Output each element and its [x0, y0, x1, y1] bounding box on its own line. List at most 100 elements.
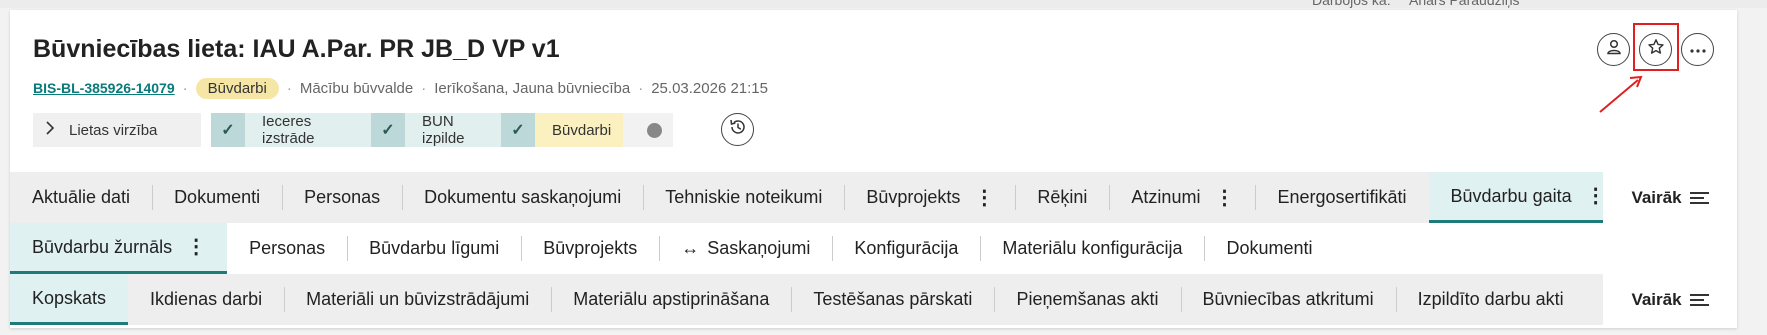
- tab-label: Tehniskie noteikumi: [665, 187, 823, 207]
- tab-label: Izpildīto darbu akti: [1417, 289, 1564, 309]
- tab-label: Materiālu apstiprināšana: [573, 289, 770, 309]
- tab-label: Saskaņojumi: [707, 238, 811, 258]
- menu-lines-icon: [1689, 189, 1709, 207]
- kebab-icon[interactable]: ⋮: [1586, 186, 1606, 206]
- case-datetime: 25.03.2026 21:15: [651, 79, 768, 97]
- tab-ikdienas-darbi[interactable]: Ikdienas darbi: [128, 274, 284, 325]
- tab-label: Materiālu konfigurācija: [1002, 238, 1183, 258]
- tab-pienemsanas-akti[interactable]: Pieņemšanas akti: [994, 274, 1180, 325]
- step-ieceres-izstrade: ✓ Ieceres izstrāde: [211, 113, 371, 147]
- tab-label: Būvprojekts: [543, 238, 638, 258]
- tab-konfiguracija[interactable]: Konfigurācija: [832, 223, 980, 274]
- ellipsis-icon: [1689, 41, 1707, 59]
- more-label: Vairāk: [1631, 289, 1682, 309]
- stepper-toggle[interactable]: Lietas virzība: [33, 113, 201, 147]
- tab-buvprojekts[interactable]: Būvprojekts ⋮: [844, 172, 1015, 223]
- tab-materialu-konfiguracija[interactable]: Materiālu konfigurācija: [980, 223, 1204, 274]
- user-button[interactable]: [1597, 33, 1630, 66]
- top-bar: Darbojos kā: Anārs Paraudziņš: [0, 0, 1767, 8]
- tab-label: Rēķini: [1037, 187, 1088, 207]
- tab-buvdarbu-zurnals[interactable]: Būvdarbu žurnāls ⋮: [10, 223, 228, 274]
- authority: Mācību būvvalde: [299, 79, 414, 97]
- more-actions-button[interactable]: [1681, 33, 1714, 66]
- tab-label: Personas: [249, 238, 326, 258]
- tab-buvdarbu-ligumi[interactable]: Būvdarbu līgumi: [347, 223, 521, 274]
- step-bun-izpilde: ✓ BUN izpilde: [371, 113, 501, 147]
- case-id-link[interactable]: BIS-BL-385926-14079: [33, 80, 175, 96]
- tab-buvdarbu-gaita[interactable]: Būvdarbu gaita ⋮: [1428, 172, 1627, 223]
- tab-label: Kopskats: [32, 287, 107, 308]
- history-icon: [728, 117, 748, 142]
- tab-label: Personas: [304, 187, 381, 207]
- step-label: Būvdarbi: [535, 113, 623, 147]
- tab-saskanojumi[interactable]: ↔ Saskaņojumi: [659, 223, 832, 274]
- current-user[interactable]: Anārs Paraudziņš: [1409, 0, 1520, 8]
- tab-kopskats[interactable]: Kopskats: [10, 274, 129, 325]
- separator: ·: [182, 79, 188, 97]
- more-tabs-button[interactable]: Vairāk: [1603, 274, 1737, 325]
- tab-label: Būvprojekts: [866, 187, 961, 207]
- tab-dokumenti[interactable]: Dokumenti: [152, 172, 282, 223]
- tab-label: Konfigurācija: [854, 238, 959, 258]
- separator: ·: [286, 79, 292, 97]
- tab-label: Ikdienas darbi: [150, 289, 263, 309]
- kebab-icon[interactable]: ⋮: [1214, 188, 1234, 208]
- tab-label: Energosertifikāti: [1277, 187, 1407, 207]
- tab-testesanas-parskati[interactable]: Testēšanas pārskati: [791, 274, 994, 325]
- working-as-label: Darbojos kā:: [1312, 0, 1391, 8]
- status-badge: Būvdarbi: [195, 77, 279, 99]
- kebab-icon[interactable]: ⋮: [186, 237, 206, 257]
- tab-rekini[interactable]: Rēķini: [1015, 172, 1109, 223]
- tab-label: Būvdarbu žurnāls: [32, 236, 173, 257]
- tab-energosertifikati[interactable]: Energosertifikāti: [1255, 172, 1428, 223]
- tab-personas[interactable]: Personas: [227, 223, 347, 274]
- case-type: Ierīkošana, Jauna būvniecība: [434, 79, 631, 97]
- tab-aktualie-dati[interactable]: Aktuālie dati: [10, 172, 152, 223]
- step-buvdarbi: ✓ Būvdarbi: [501, 113, 635, 147]
- menu-lines-icon: [1689, 291, 1709, 309]
- tab-buvprojekts[interactable]: Būvprojekts: [521, 223, 659, 274]
- check-icon: ✓: [371, 113, 405, 147]
- step-label: BUN izpilde: [405, 113, 501, 147]
- user-icon: [1605, 38, 1623, 61]
- tab-label: Dokumentu saskaņojumi: [424, 187, 622, 207]
- tab-label: Dokumenti: [1226, 238, 1313, 258]
- highlight-box: [1633, 23, 1679, 71]
- more-tabs-button[interactable]: Vairāk: [1603, 172, 1737, 223]
- tab-materiali-un-buvizstradajumi[interactable]: Materiāli un būvizstrādājumi: [284, 274, 551, 325]
- step-next: [623, 113, 673, 147]
- tab-dokumentu-saskanojumi[interactable]: Dokumentu saskaņojumi: [402, 172, 643, 223]
- case-meta: BIS-BL-385926-14079 · Būvdarbi · Mācību …: [33, 77, 768, 99]
- tab-tehniskie-noteikumi[interactable]: Tehniskie noteikumi: [643, 172, 844, 223]
- kebab-icon[interactable]: ⋮: [974, 188, 994, 208]
- tab-personas[interactable]: Personas: [282, 172, 402, 223]
- tab-izpildito-darbu-akti[interactable]: Izpildīto darbu akti: [1395, 274, 1586, 325]
- third-tabs: Kopskats Ikdienas darbi Materiāli un būv…: [10, 274, 1737, 325]
- separator: ·: [421, 79, 427, 97]
- tab-label: Aktuālie dati: [32, 187, 131, 207]
- stepper-toggle-label: Lietas virzība: [69, 121, 158, 139]
- tab-label: Materiāli un būvizstrādājumi: [306, 289, 530, 309]
- tab-label: Testēšanas pārskati: [813, 289, 973, 309]
- more-label: Vairāk: [1631, 187, 1682, 207]
- sub-tabs: Būvdarbu žurnāls ⋮ Personas Būvdarbu līgu…: [10, 223, 1737, 274]
- tab-label: Būvniecības atkritumi: [1202, 289, 1374, 309]
- tab-materialu-apstiprinasana[interactable]: Materiālu apstiprināšana: [551, 274, 791, 325]
- tab-buvniecibas-atkritumi[interactable]: Būvniecības atkritumi: [1180, 274, 1396, 325]
- history-button[interactable]: [721, 113, 754, 146]
- chevron-right-icon: [45, 121, 55, 139]
- step-label: Ieceres izstrāde: [245, 113, 371, 147]
- main-tabs: Aktuālie dati Dokumenti Personas Dokumen…: [10, 172, 1737, 223]
- tab-atzinumi[interactable]: Atzinumi ⋮: [1109, 172, 1255, 223]
- separator: ·: [638, 79, 644, 97]
- annotation-arrow-icon: [1599, 75, 1643, 113]
- tab-label: Pieņemšanas akti: [1016, 289, 1159, 309]
- tab-label: Atzinumi: [1131, 187, 1201, 207]
- swap-arrows-icon: ↔: [681, 238, 700, 258]
- tab-label: Būvdarbu gaita: [1450, 185, 1572, 206]
- tab-label: Dokumenti: [174, 187, 261, 207]
- check-icon: ✓: [211, 113, 245, 147]
- page-title: Būvniecības lieta: IAU A.Par. PR JB_D VP…: [33, 35, 560, 63]
- tab-dokumenti[interactable]: Dokumenti: [1204, 223, 1334, 274]
- progress-stepper: Lietas virzība ✓ Ieceres izstrāde ✓ BUN …: [33, 113, 673, 147]
